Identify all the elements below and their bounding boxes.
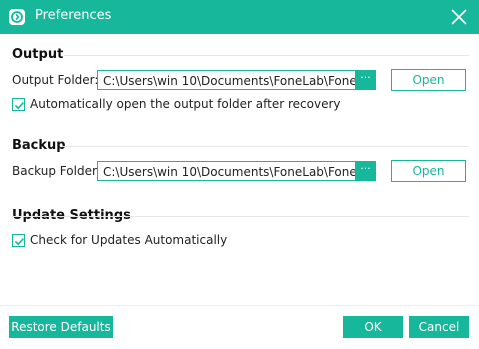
- checkmark-icon: [14, 101, 25, 110]
- output-folder-path-field[interactable]: C:\Users\win 10\Documents\FoneLab\FoneLa…: [97, 70, 355, 90]
- restore-defaults-button[interactable]: Restore Defaults: [9, 316, 113, 338]
- output-section-divider: [64, 55, 469, 56]
- app-logo-icon: [9, 9, 25, 25]
- auto-open-label[interactable]: Automatically open the output folder aft…: [30, 97, 341, 111]
- title-bar: Preferences: [0, 0, 479, 34]
- backup-open-button[interactable]: Open: [391, 160, 466, 182]
- output-browse-button[interactable]: ···: [355, 70, 376, 90]
- backup-section-divider: [62, 146, 469, 147]
- check-updates-label[interactable]: Check for Updates Automatically: [30, 233, 227, 247]
- ok-button[interactable]: OK: [343, 316, 403, 338]
- output-open-button[interactable]: Open: [391, 69, 466, 91]
- backup-section-title: Backup: [12, 138, 66, 153]
- output-folder-label: Output Folder:: [12, 73, 99, 87]
- backup-folder-path-field[interactable]: C:\Users\win 10\Documents\FoneLab\FoneLa…: [97, 161, 355, 181]
- window-title: Preferences: [35, 8, 112, 23]
- close-icon[interactable]: [449, 7, 469, 27]
- footer-divider: [0, 305, 479, 306]
- update-section-divider: [12, 216, 469, 217]
- backup-folder-label: Backup Folder:: [12, 164, 101, 178]
- cancel-button[interactable]: Cancel: [409, 316, 469, 338]
- output-section-title: Output: [12, 47, 64, 62]
- backup-browse-button[interactable]: ···: [355, 161, 376, 181]
- check-updates-checkbox[interactable]: [12, 234, 25, 247]
- checkmark-icon: [14, 237, 25, 246]
- auto-open-checkbox[interactable]: [12, 98, 25, 111]
